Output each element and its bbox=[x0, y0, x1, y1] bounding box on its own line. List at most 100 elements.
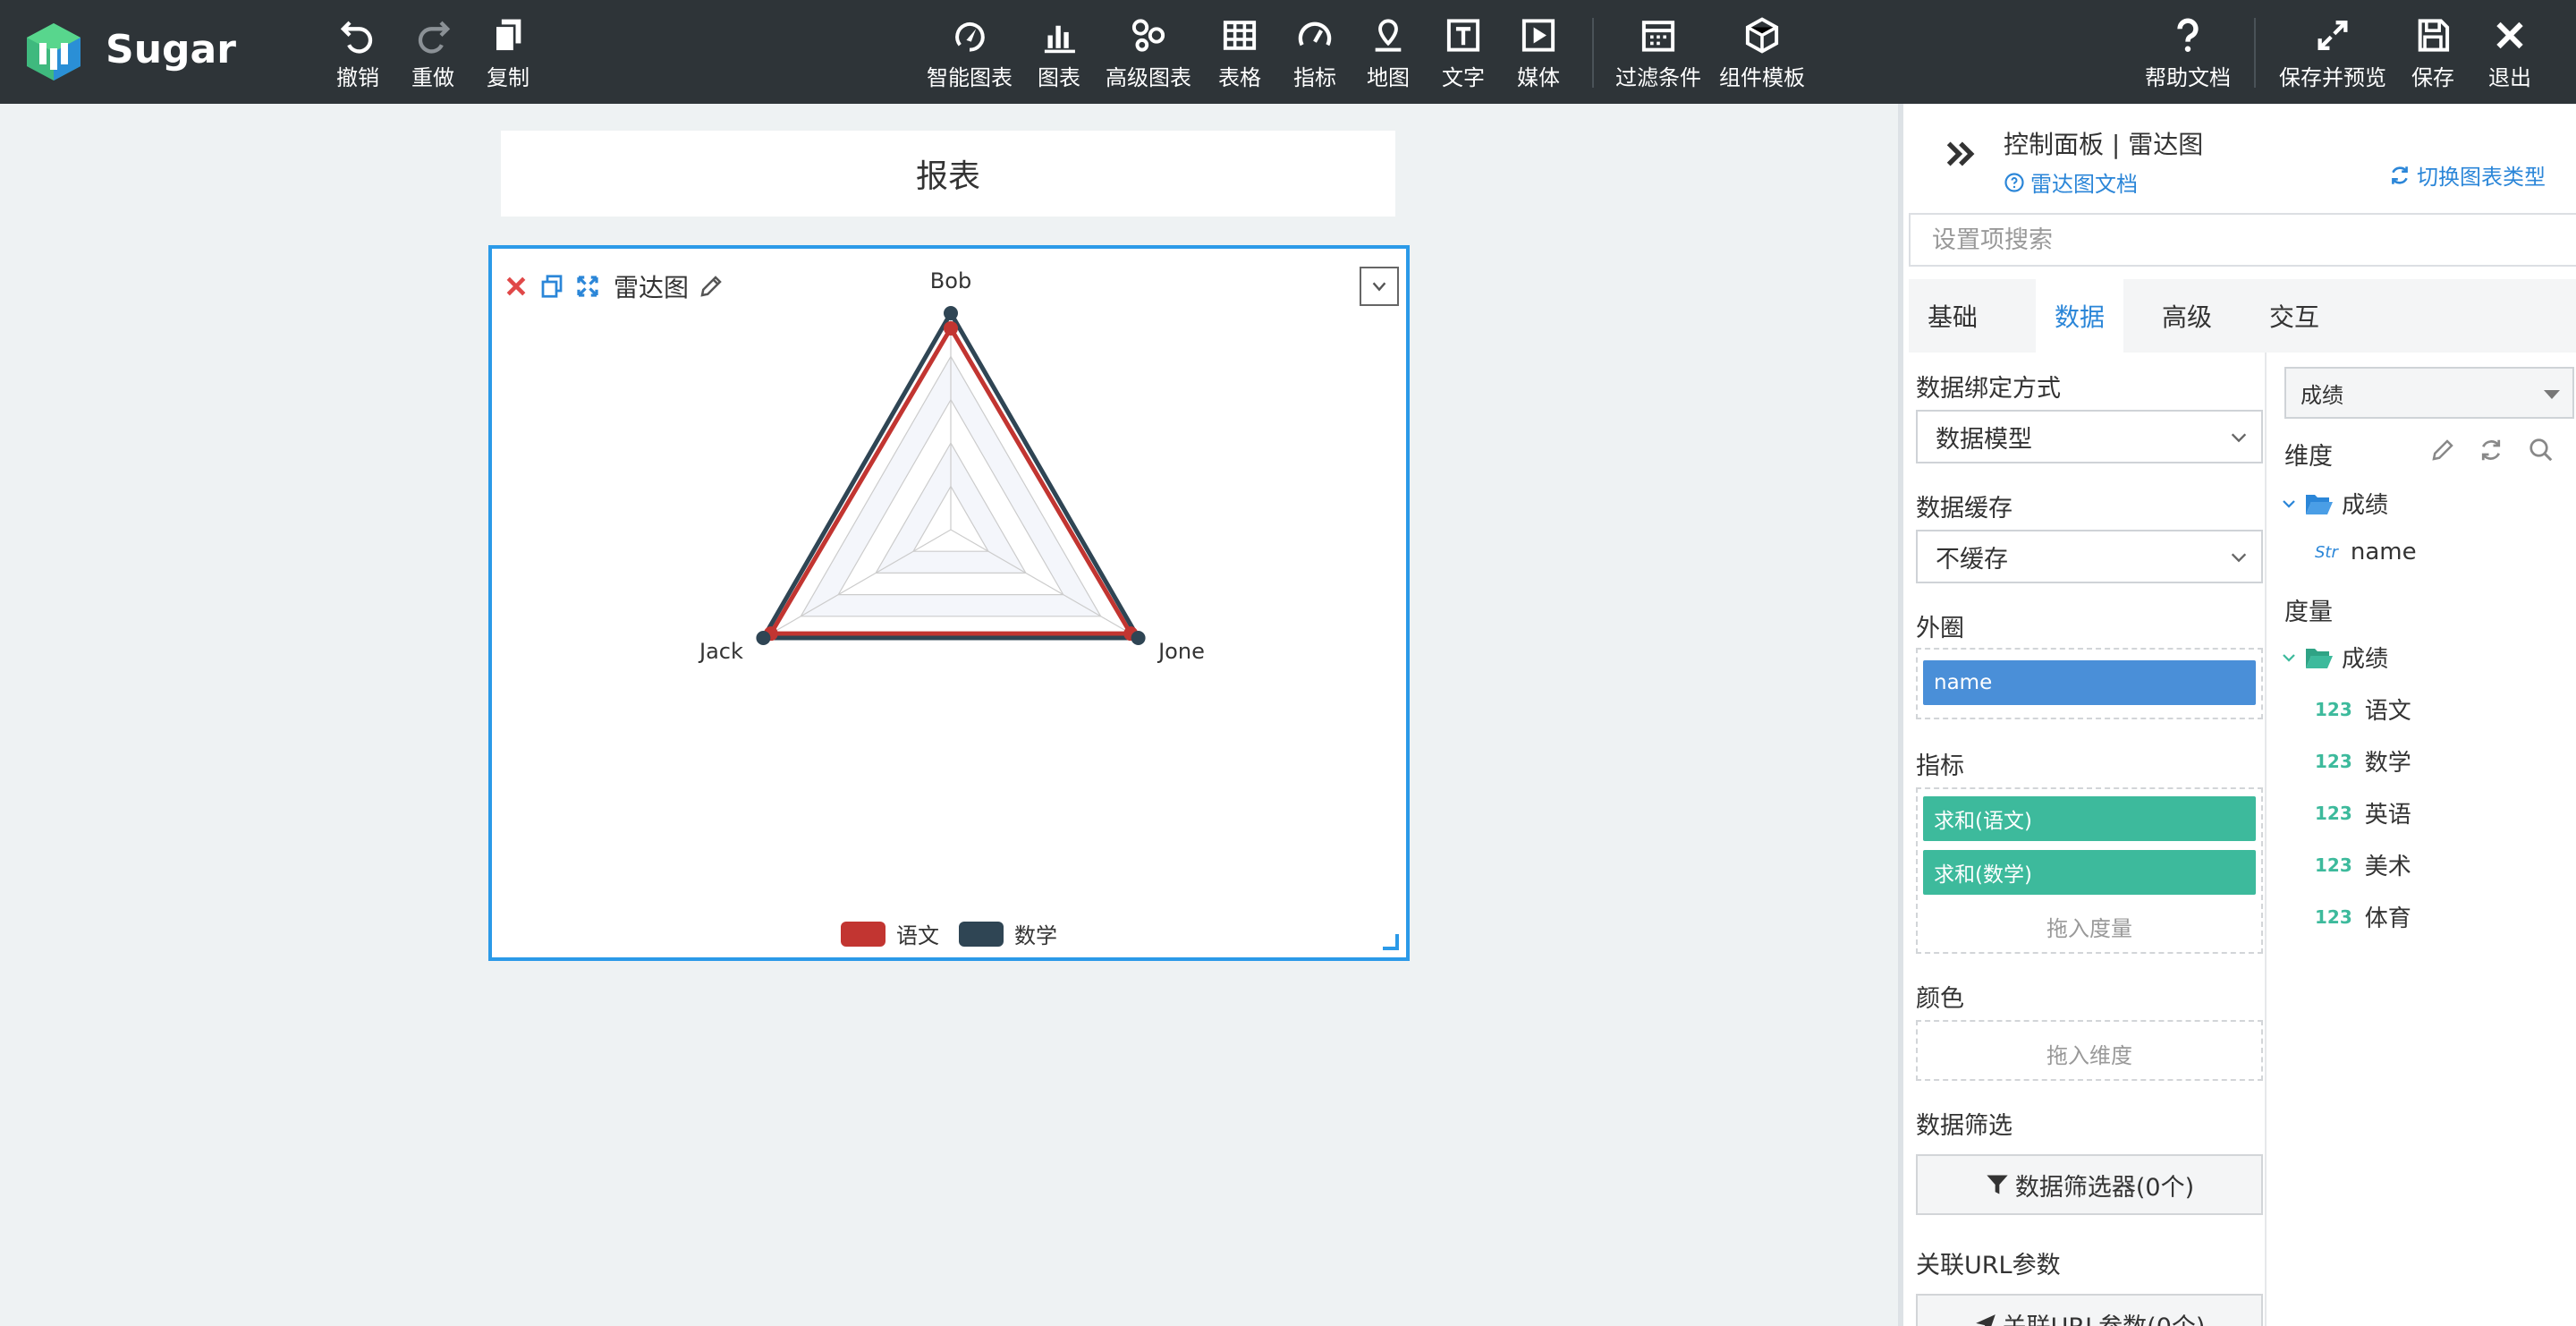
settings-search-input[interactable] bbox=[1909, 213, 2576, 267]
measure-folder[interactable]: 成绩 bbox=[2281, 641, 2388, 674]
redo-button[interactable]: 重做 bbox=[411, 16, 454, 91]
dimension-field-name[interactable]: Str name bbox=[2315, 539, 2417, 565]
dataset-select[interactable]: 成绩 bbox=[2284, 367, 2574, 419]
string-type-icon: Str bbox=[2315, 542, 2338, 562]
component-template-button[interactable]: 组件模板 bbox=[1719, 16, 1805, 91]
edit-icon[interactable] bbox=[2429, 437, 2456, 463]
number-type-icon: 123 bbox=[2315, 698, 2352, 720]
measure-field[interactable]: 123 数学 bbox=[2315, 744, 2411, 778]
measure-field[interactable]: 123 英语 bbox=[2315, 796, 2411, 829]
radar-indicator-label: Jone bbox=[1157, 639, 1205, 664]
smart-chart-button[interactable]: 智能图表 bbox=[927, 16, 1013, 91]
help-circle-icon bbox=[2004, 172, 2024, 192]
help-doc-button[interactable]: 帮助文档 bbox=[2145, 16, 2231, 91]
binding-mode-label: 数据绑定方式 bbox=[1916, 375, 2061, 403]
number-type-icon: 123 bbox=[2315, 905, 2352, 928]
map-pin-icon bbox=[1375, 19, 1402, 52]
outer-ring-dropzone[interactable]: name bbox=[1916, 648, 2263, 719]
dimension-folder[interactable]: 成绩 bbox=[2281, 487, 2388, 520]
report-title[interactable]: 报表 bbox=[501, 131, 1395, 217]
advanced-chart-icon bbox=[1131, 19, 1165, 52]
advanced-chart-button[interactable]: 高级图表 bbox=[1106, 16, 1191, 91]
outer-ring-field-pill[interactable]: name bbox=[1923, 660, 2256, 705]
chart-button[interactable]: 图表 bbox=[1038, 16, 1080, 91]
legend-label: 语文 bbox=[896, 923, 939, 948]
measure-field[interactable]: 123 体育 bbox=[2315, 900, 2411, 933]
metric-label: 指标 bbox=[1916, 752, 1964, 780]
url-param-button[interactable]: 关联URL参数(0个) bbox=[1916, 1294, 2263, 1326]
tab-interaction[interactable]: 交互 bbox=[2250, 279, 2338, 353]
chevron-down-icon bbox=[2283, 653, 2295, 662]
data-filter-button[interactable]: 数据筛选器(0个) bbox=[1916, 1154, 2263, 1215]
map-button[interactable]: 地图 bbox=[1367, 16, 1410, 91]
save-button[interactable]: 保存 bbox=[2411, 16, 2454, 91]
exit-button[interactable]: 退出 bbox=[2488, 16, 2531, 91]
filter-calendar-icon bbox=[1641, 21, 1675, 52]
copy-button[interactable]: 复制 bbox=[487, 16, 530, 91]
search-icon[interactable] bbox=[2528, 437, 2555, 463]
color-dropzone[interactable]: 拖入维度 bbox=[1916, 1020, 2263, 1081]
metric-pill[interactable]: 求和(数学) bbox=[1923, 850, 2256, 895]
data-filter-label: 数据筛选 bbox=[1916, 1112, 2012, 1140]
caret-down-icon bbox=[2544, 390, 2560, 399]
refresh-icon bbox=[2392, 166, 2408, 184]
chevron-down-icon bbox=[2283, 499, 2295, 508]
sugar-logo-icon bbox=[27, 23, 80, 81]
radar-indicator-label: Bob bbox=[930, 268, 971, 293]
radar-chart: Bob Jone Jack bbox=[698, 268, 1205, 664]
gauge-icon bbox=[1298, 21, 1332, 47]
media-button[interactable]: 媒体 bbox=[1517, 16, 1560, 91]
refresh-icon[interactable] bbox=[2478, 437, 2504, 463]
column-divider bbox=[2265, 353, 2267, 1326]
media-icon bbox=[1521, 19, 1555, 52]
switch-chart-type-link[interactable]: 切换图表类型 bbox=[2388, 159, 2546, 191]
text-button[interactable]: 文字 bbox=[1442, 16, 1485, 91]
color-label: 颜色 bbox=[1916, 985, 1964, 1013]
drop-dimension-hint: 拖入维度 bbox=[2046, 1043, 2132, 1068]
legend-item[interactable]: 语文 bbox=[841, 918, 939, 949]
tab-advanced[interactable]: 高级 bbox=[2143, 279, 2231, 353]
tab-data[interactable]: 数据 bbox=[2036, 279, 2123, 353]
radar-point bbox=[1131, 631, 1146, 645]
filter-condition-button[interactable]: 过滤条件 bbox=[1615, 16, 1701, 91]
measure-field[interactable]: 123 美术 bbox=[2315, 848, 2411, 881]
smart-chart-icon bbox=[955, 22, 985, 52]
redo-icon bbox=[418, 21, 451, 54]
panel-title: 控制面板 | 雷达图 bbox=[2004, 130, 2204, 159]
toolbar-separator bbox=[1592, 18, 1594, 88]
resize-handle[interactable] bbox=[1383, 934, 1399, 950]
radar-point bbox=[756, 631, 771, 645]
filter-icon bbox=[1987, 1175, 2008, 1194]
tab-basic[interactable]: 基础 bbox=[1909, 279, 1996, 353]
indicator-button[interactable]: 指标 bbox=[1293, 16, 1336, 91]
chevron-down-icon bbox=[2231, 433, 2247, 443]
radar-doc-link[interactable]: 雷达图文档 bbox=[2004, 166, 2138, 198]
save-preview-button[interactable]: 保存并预览 bbox=[2279, 16, 2386, 91]
number-type-icon: 123 bbox=[2315, 802, 2352, 824]
radar-point bbox=[944, 306, 958, 320]
copy-icon bbox=[494, 19, 521, 53]
chart-legend: 语文 数学 bbox=[492, 918, 1406, 949]
measure-field[interactable]: 123 语文 bbox=[2315, 693, 2411, 726]
expand-icon bbox=[2318, 21, 2348, 50]
save-icon bbox=[2418, 19, 2450, 52]
radar-chart-widget[interactable]: 雷达图 Bob Jone Jack 语文 数学 bbox=[488, 245, 1410, 961]
data-cache-select[interactable]: 不缓存 bbox=[1916, 530, 2263, 583]
drop-measure-hint: 拖入度量 bbox=[2046, 916, 2132, 941]
metric-dropzone[interactable]: 求和(语文) 求和(数学) 拖入度量 bbox=[1916, 787, 2263, 954]
radar-indicator-label: Jack bbox=[698, 639, 743, 664]
collapse-panel-icon[interactable] bbox=[1943, 136, 1979, 172]
data-cache-label: 数据缓存 bbox=[1916, 495, 2012, 523]
undo-button[interactable]: 撤销 bbox=[336, 16, 379, 91]
table-button[interactable]: 表格 bbox=[1218, 16, 1261, 91]
toolbar-separator bbox=[2254, 18, 2256, 88]
number-type-icon: 123 bbox=[2315, 854, 2352, 876]
brand-name: Sugar bbox=[106, 27, 236, 72]
metric-pill[interactable]: 求和(语文) bbox=[1923, 796, 2256, 841]
top-toolbar: Sugar 撤销 重做 复制 智能图表 图表 高级图表 表格 指标 地图 文字 bbox=[0, 0, 2576, 104]
legend-item[interactable]: 数学 bbox=[959, 918, 1057, 949]
send-icon bbox=[1975, 1314, 1996, 1326]
binding-mode-select[interactable]: 数据模型 bbox=[1916, 410, 2263, 463]
legend-label: 数学 bbox=[1014, 923, 1057, 948]
url-param-label: 关联URL参数 bbox=[1916, 1252, 2061, 1279]
